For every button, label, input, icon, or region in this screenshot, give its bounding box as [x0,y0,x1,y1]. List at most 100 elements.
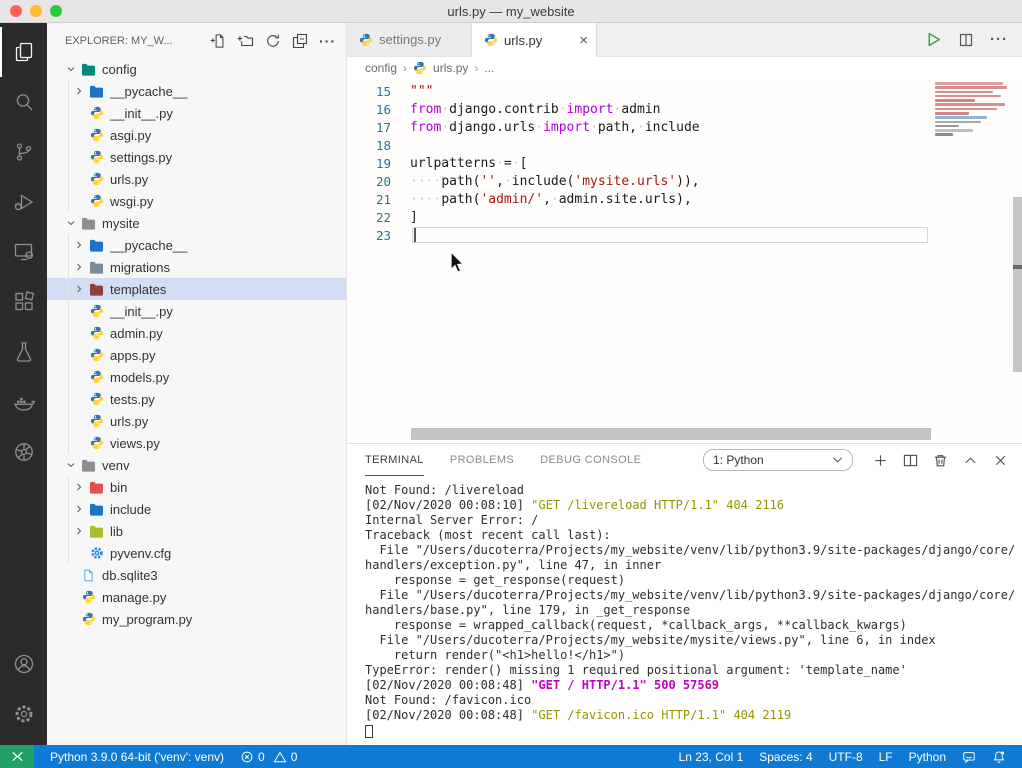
refresh-explorer-icon[interactable] [265,33,281,49]
tab-bar: settings.pyurls.py× ··· [347,23,1022,57]
panel-tab-debug-console[interactable]: DEBUG CONSOLE [540,444,641,476]
status-language[interactable]: Python [901,745,954,768]
status-cursor-position[interactable]: Ln 23, Col 1 [671,745,752,768]
folder-icon [88,503,105,516]
horizontal-scrollbar[interactable] [411,428,931,440]
tree-item-urls-py[interactable]: urls.py [47,410,346,432]
new-file-icon[interactable] [210,33,226,49]
split-editor-icon[interactable] [958,32,974,48]
editor-group: settings.pyurls.py× ··· config›urls.py›.… [347,23,1022,745]
terminal-line: File "/Users/ducoterra/Projects/my_websi… [365,588,1022,603]
minimap[interactable] [935,82,1010,138]
gear-icon [88,546,105,560]
minimize-window-button[interactable] [30,5,42,17]
tree-item-apps-py[interactable]: apps.py [47,344,346,366]
maximize-panel-icon[interactable] [963,453,978,468]
line-number: 20 [347,174,391,189]
tree-item-config[interactable]: config [47,58,346,80]
notifications-bell-icon[interactable] [984,745,1014,768]
folder-icon [88,283,105,296]
status-eol[interactable]: LF [871,745,901,768]
close-window-button[interactable] [10,5,22,17]
tree-item-templates[interactable]: templates [47,278,346,300]
collapse-folders-icon[interactable] [292,33,308,49]
tree-item-models-py[interactable]: models.py [47,366,346,388]
tree-item-urls-py[interactable]: urls.py [47,168,346,190]
terminal-output[interactable]: Not Found: /livereload[02/Nov/2020 00:08… [347,476,1022,745]
kill-terminal-icon[interactable] [933,453,948,468]
code-line-18: 18 [347,136,1022,154]
tree-item-include[interactable]: include [47,498,346,520]
feedback-icon[interactable] [954,745,984,768]
panel-tabs: TERMINAL PROBLEMS DEBUG CONSOLE [365,444,667,476]
close-panel-icon[interactable] [993,453,1008,468]
panel-tab-terminal[interactable]: TERMINAL [365,444,424,476]
status-encoding[interactable]: UTF-8 [821,745,871,768]
explorer-icon[interactable] [0,27,47,77]
tree-item--pycache-[interactable]: __pycache__ [47,234,346,256]
search-icon[interactable] [0,77,47,127]
tree-item-db-sqlite3[interactable]: db.sqlite3 [47,564,346,586]
status-problems[interactable]: 0 0 [232,745,305,768]
tree-item-settings-py[interactable]: settings.py [47,146,346,168]
tree-item-manage-py[interactable]: manage.py [47,586,346,608]
status-indentation[interactable]: Spaces: 4 [751,745,820,768]
python-file-icon [88,414,105,428]
tree-item-label: settings.py [110,150,172,165]
tab-settings-py[interactable]: settings.py [347,23,472,56]
tree-item-tests-py[interactable]: tests.py [47,388,346,410]
tree-item-views-py[interactable]: views.py [47,432,346,454]
accounts-icon[interactable] [0,639,47,689]
breadcrumb-item-1[interactable]: urls.py [433,61,468,75]
panel-header: TERMINAL PROBLEMS DEBUG CONSOLE 1: Python [347,444,1022,476]
code-line-17: 17from·django.urls·import·path,·include [347,118,1022,136]
python-file-icon [88,150,105,164]
code-line-21: 21····path('admin/',·admin.site.urls), [347,190,1022,208]
tree-item-pyvenv-cfg[interactable]: pyvenv.cfg [47,542,346,564]
traffic-lights [10,5,62,17]
tree-item--init-py[interactable]: __init__.py [47,102,346,124]
code-editor[interactable]: 15"""16from·django.contrib·import·admin1… [347,79,1022,443]
docker-icon[interactable] [0,377,47,427]
terminal-line: return render("<h1>hello!</h1>") [365,648,1022,663]
source-control-icon[interactable] [0,127,47,177]
new-terminal-icon[interactable] [873,453,888,468]
more-editor-actions-icon[interactable]: ··· [990,31,1008,48]
tree-item-venv[interactable]: venv [47,454,346,476]
maximize-window-button[interactable] [50,5,62,17]
chevron-icon [63,63,79,75]
more-actions-icon[interactable]: ··· [319,36,336,46]
run-debug-icon[interactable] [0,177,47,227]
tree-item-asgi-py[interactable]: asgi.py [47,124,346,146]
tree-item-bin[interactable]: bin [47,476,346,498]
tree-item-my-program-py[interactable]: my_program.py [47,608,346,630]
tree-item--init-py[interactable]: __init__.py [47,300,346,322]
settings-icon[interactable] [0,689,47,739]
terminal-line: [02/Nov/2020 00:08:48] "GET / HTTP/1.1" … [365,678,1022,693]
line-number: 19 [347,156,391,171]
test-icon[interactable] [0,327,47,377]
tree-item-wsgi-py[interactable]: wsgi.py [47,190,346,212]
extensions-icon[interactable] [0,277,47,327]
tree-item-mysite[interactable]: mysite [47,212,346,234]
panel-tab-problems[interactable]: PROBLEMS [450,444,514,476]
status-python-interpreter[interactable]: Python 3.9.0 64-bit ('venv': venv) [42,745,232,768]
remote-indicator[interactable] [0,745,34,768]
tree-item-admin-py[interactable]: admin.py [47,322,346,344]
new-folder-icon[interactable] [237,33,254,49]
tree-item-migrations[interactable]: migrations [47,256,346,278]
tab-urls-py[interactable]: urls.py× [472,23,597,57]
remote-explorer-icon[interactable] [0,227,47,277]
tree-item--pycache-[interactable]: __pycache__ [47,80,346,102]
split-terminal-icon[interactable] [903,453,918,468]
terminal-select[interactable]: 1: Python [703,449,853,471]
close-tab-icon[interactable]: × [579,33,588,48]
code-text: ] [410,210,418,225]
terminal-line: [02/Nov/2020 00:08:10] "GET /livereload … [365,498,1022,513]
breadcrumb-item-0[interactable]: config [365,61,397,75]
vertical-scrollbar[interactable] [1013,197,1022,372]
tree-item-lib[interactable]: lib [47,520,346,542]
kubernetes-icon[interactable] [0,427,47,477]
breadcrumb-item-2[interactable]: ... [484,61,494,75]
run-python-file-icon[interactable] [925,31,942,48]
